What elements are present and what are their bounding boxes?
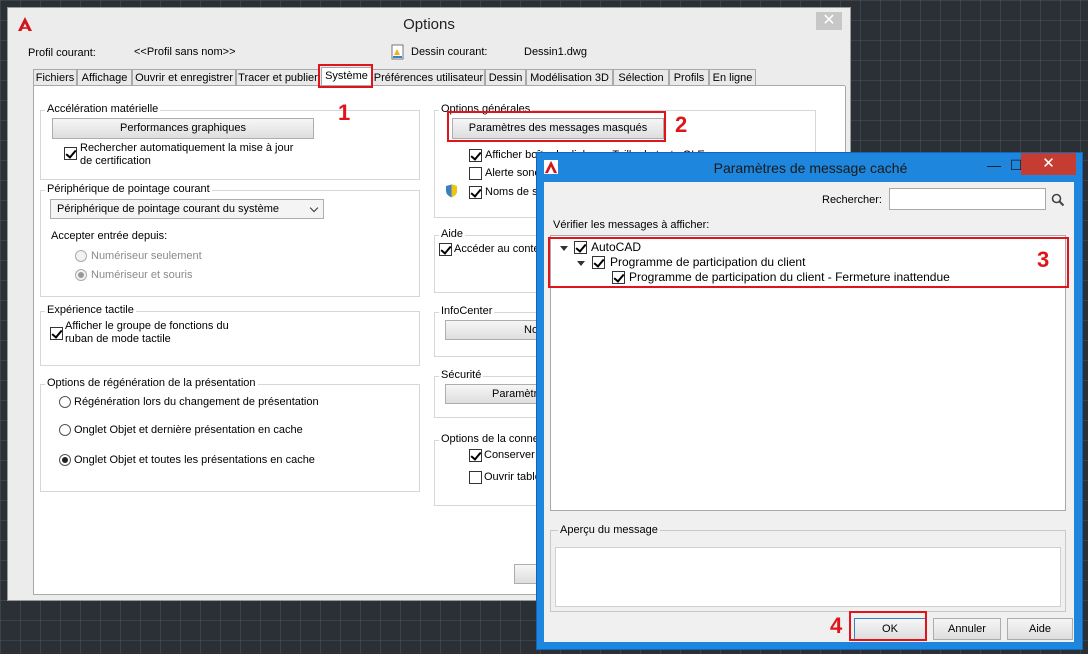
- tab-affichage[interactable]: Affichage: [77, 69, 132, 85]
- auto-certification-label-line2: de certification: [80, 155, 151, 167]
- infocenter-title: InfoCenter: [439, 305, 495, 318]
- pointing-device-select-value: Périphérique de pointage courant du syst…: [57, 203, 279, 215]
- help-title: Aide: [439, 228, 466, 241]
- cache-last-layout-label: Onglet Objet et dernière présentation en…: [74, 424, 303, 436]
- drawing-value: Dessin1.dwg: [524, 46, 587, 58]
- search-icon[interactable]: [1051, 193, 1065, 207]
- close-button[interactable]: ✕: [816, 12, 842, 30]
- search-input[interactable]: [889, 188, 1046, 210]
- online-help-checkbox[interactable]: [439, 243, 452, 256]
- drawing-label: Dessin courant:: [411, 46, 488, 58]
- cache-all-layouts-label: Onglet Objet et toutes les présentations…: [74, 454, 315, 466]
- auto-certification-label-line1: Rechercher automatiquement la mise à jou…: [80, 142, 294, 154]
- message-preview-label: Aperçu du message: [558, 523, 660, 537]
- digitizer-only-label: Numériseur seulement: [91, 250, 202, 262]
- annotation-4: 4: [830, 613, 843, 638]
- profile-value: <<Profil sans nom>>: [134, 46, 236, 58]
- highlight-hidden-messages-button: [447, 111, 666, 142]
- hardware-acceleration-title: Accélération matérielle: [45, 103, 161, 116]
- ole-text-size-checkbox[interactable]: [469, 149, 482, 162]
- minimize-button[interactable]: —: [985, 155, 1003, 175]
- help-button[interactable]: Aide: [1007, 618, 1073, 640]
- cache-all-layouts-radio[interactable]: [59, 454, 71, 466]
- profile-label: Profil courant:: [28, 47, 96, 59]
- keep-connection-label: Conserver: [484, 449, 535, 461]
- cache-last-layout-radio[interactable]: [59, 424, 71, 436]
- tab-modelisation-3d[interactable]: Modélisation 3D: [526, 69, 613, 85]
- highlight-ok-button: [849, 611, 927, 641]
- cancel-button[interactable]: Annuler: [933, 618, 1001, 640]
- security-title: Sécurité: [439, 369, 484, 382]
- message-preview-box: [550, 530, 1066, 612]
- pointing-device-select[interactable]: Périphérique de pointage courant du syst…: [50, 199, 324, 219]
- tab-ouvrir-enregistrer[interactable]: Ouvrir et enregistrer: [132, 69, 236, 85]
- accept-input-label: Accepter entrée depuis:: [51, 230, 168, 242]
- long-symbol-names-label: Noms de s: [485, 186, 538, 198]
- search-label: Rechercher:: [822, 194, 882, 206]
- tab-en-ligne[interactable]: En ligne: [709, 69, 756, 85]
- layout-regen-title: Options de régénération de la présentati…: [45, 377, 258, 390]
- annotation-2: 2: [675, 112, 688, 137]
- tab-fichiers[interactable]: Fichiers: [33, 69, 77, 85]
- options-titlebar[interactable]: Options ✕: [8, 8, 850, 40]
- highlight-message-tree: [548, 237, 1069, 288]
- tab-selection[interactable]: Sélection: [613, 69, 669, 85]
- chevron-down-icon: [309, 203, 319, 213]
- window-title: Options: [403, 16, 455, 33]
- tab-dessin[interactable]: Dessin: [485, 69, 526, 85]
- digitizer-and-mouse-label: Numériseur et souris: [91, 269, 193, 281]
- shield-icon: [445, 184, 458, 198]
- dialog-close-button[interactable]: ✕: [1021, 153, 1076, 175]
- keep-connection-checkbox[interactable]: [469, 449, 482, 462]
- connection-title: Options de la conne: [439, 433, 541, 446]
- regen-on-switch-label: Régénération lors du changement de prése…: [74, 396, 319, 408]
- drawing-icon: [391, 44, 405, 60]
- open-table-label: Ouvrir table: [484, 471, 541, 483]
- long-symbol-names-checkbox[interactable]: [469, 186, 482, 199]
- digitizer-only-radio[interactable]: [75, 250, 87, 262]
- hidden-message-dialog: Paramètres de message caché — ☐ ✕ Recher…: [536, 152, 1083, 650]
- online-help-label: Accéder au conte: [454, 243, 540, 255]
- beep-alert-checkbox[interactable]: [469, 167, 482, 180]
- digitizer-and-mouse-radio[interactable]: [75, 269, 87, 281]
- pointing-device-title: Périphérique de pointage courant: [45, 183, 212, 196]
- touch-ribbon-label-line2: ruban de mode tactile: [65, 333, 171, 345]
- tab-profils[interactable]: Profils: [669, 69, 709, 85]
- touch-experience-title: Expérience tactile: [45, 304, 136, 317]
- regen-on-switch-radio[interactable]: [59, 396, 71, 408]
- annotation-1: 1: [338, 100, 351, 125]
- message-preview-area: [555, 547, 1061, 607]
- annotation-3: 3: [1037, 247, 1050, 272]
- tab-tracer-publier[interactable]: Tracer et publier: [236, 69, 320, 85]
- tab-preferences-utilisateur[interactable]: Préférences utilisateur: [372, 69, 485, 85]
- verify-messages-label: Vérifier les messages à afficher:: [553, 219, 710, 231]
- open-table-checkbox[interactable]: [469, 471, 482, 484]
- touch-ribbon-label-line1: Afficher le groupe de fonctions du: [65, 320, 229, 332]
- graphics-performance-button[interactable]: Performances graphiques: [52, 118, 314, 139]
- highlight-systeme-tab: [318, 64, 373, 88]
- auto-certification-checkbox[interactable]: [64, 147, 77, 160]
- touch-ribbon-checkbox[interactable]: [50, 327, 63, 340]
